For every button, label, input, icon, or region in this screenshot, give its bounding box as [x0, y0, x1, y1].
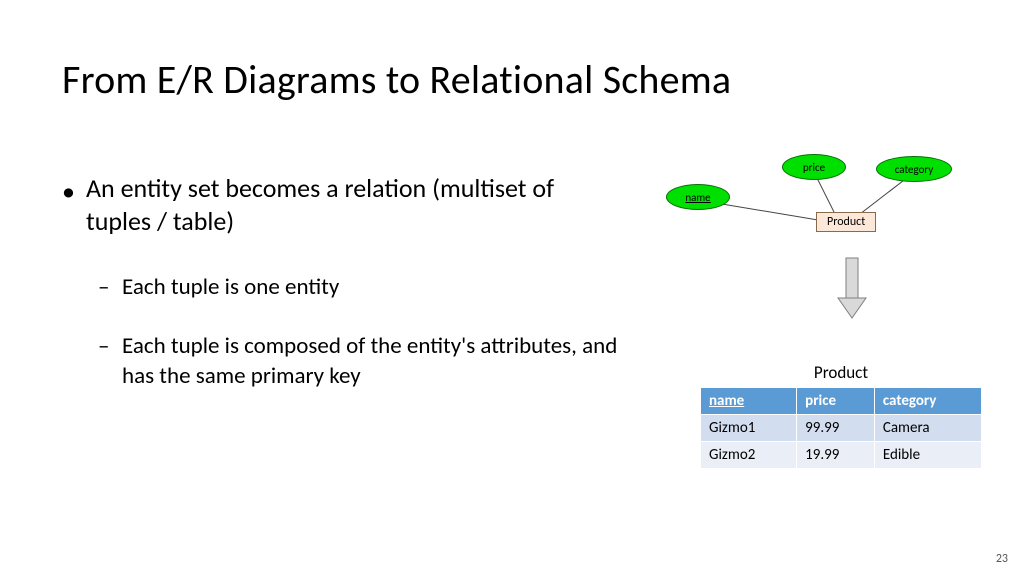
slide-title: From E/R Diagrams to Relational Schema [62, 55, 731, 104]
table-header-price: price [797, 388, 875, 415]
arrow-down-icon [836, 256, 868, 327]
bullet-main: • An entity set becomes a relation (mult… [62, 172, 622, 237]
cell-name: Gizmo2 [701, 442, 797, 469]
table-title: Product [700, 362, 982, 383]
bullet-sub-marker: – [98, 273, 122, 302]
bullet-marker: • [62, 172, 86, 237]
bullet-main-text: An entity set becomes a relation (multis… [86, 172, 622, 237]
entity-product: Product [816, 212, 876, 232]
table-row: Gizmo2 19.99 Edible [701, 442, 982, 469]
cell-price: 19.99 [797, 442, 875, 469]
cell-category: Edible [874, 442, 981, 469]
er-diagram: name price category Product [660, 152, 980, 272]
table-row: Gizmo1 99.99 Camera [701, 415, 982, 442]
bullet-sub-1-text: Each tuple is one entity [122, 273, 339, 302]
relation-table: name price category Gizmo1 99.99 Camera … [700, 387, 982, 469]
attr-price: price [782, 154, 846, 180]
table-header-name: name [701, 388, 797, 415]
bullet-sub-2: – Each tuple is composed of the entity's… [98, 332, 622, 391]
table-header-category: category [874, 388, 981, 415]
attr-name: name [666, 184, 730, 210]
bullet-sub-2-text: Each tuple is composed of the entity's a… [122, 332, 622, 391]
page-number: 23 [996, 552, 1008, 566]
attr-category: category [876, 156, 952, 182]
cell-name: Gizmo1 [701, 415, 797, 442]
bullet-list: • An entity set becomes a relation (mult… [62, 172, 622, 421]
relation-table-area: Product name price category Gizmo1 99.99… [700, 362, 982, 469]
table-header-row: name price category [701, 388, 982, 415]
bullet-sub-marker: – [98, 332, 122, 391]
cell-category: Camera [874, 415, 981, 442]
cell-price: 99.99 [797, 415, 875, 442]
bullet-sub-1: – Each tuple is one entity [98, 273, 622, 302]
